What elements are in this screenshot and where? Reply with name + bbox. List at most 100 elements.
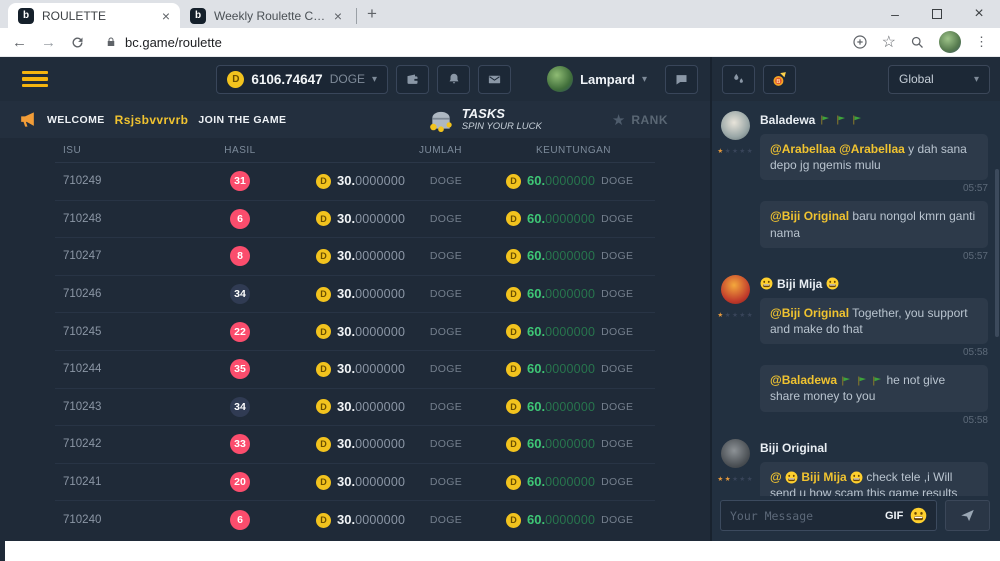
mention[interactable]: @Biji Original bbox=[770, 209, 849, 223]
result-badge: 6 bbox=[230, 209, 250, 229]
mention[interactable]: @Baladewa bbox=[770, 373, 837, 387]
treasure-chest-icon bbox=[428, 107, 454, 133]
chat-sidebar: Global ▾ ★★★★★ Baladewa bbox=[710, 57, 1000, 541]
rank-label: RANK bbox=[631, 113, 668, 127]
browser-window: b ROULETTE × b Weekly Roulette Challenge… bbox=[0, 0, 1000, 561]
forward-button[interactable]: → bbox=[41, 34, 56, 51]
maximize-button[interactable] bbox=[916, 0, 958, 28]
doge-coin-icon: D bbox=[316, 475, 331, 490]
green-flag-icon bbox=[835, 114, 847, 126]
lock-icon bbox=[105, 36, 117, 48]
mention[interactable]: @ Biji Mija bbox=[770, 470, 863, 484]
minimize-button[interactable]: – bbox=[874, 0, 916, 28]
welcome-username: Rsjsbvvrvrb bbox=[115, 113, 189, 127]
chat-bubble: @Baladewa he not give share money to you bbox=[760, 365, 988, 411]
menu-hamburger-icon[interactable] bbox=[22, 71, 48, 87]
wallet-button[interactable] bbox=[396, 65, 429, 94]
chat-messages[interactable]: ★★★★★ Baladewa @Arabellaa @Arabellaa y d… bbox=[712, 101, 1000, 496]
grin-emoji-icon bbox=[850, 471, 863, 484]
avatar[interactable] bbox=[721, 111, 750, 140]
doge-coin-icon: D bbox=[316, 249, 331, 264]
page-content: D 6106.74647 DOGE ▾ Lampard ▾ bbox=[0, 57, 1000, 541]
rain-button[interactable] bbox=[722, 65, 755, 94]
green-flag-icon bbox=[856, 375, 868, 387]
currency-label: DOGE bbox=[430, 288, 462, 300]
address-bar[interactable]: bc.game/roulette bbox=[105, 35, 838, 50]
doge-coin-icon: D bbox=[316, 324, 331, 339]
tab-close-icon[interactable]: × bbox=[334, 8, 342, 24]
tab-weekly-challenge[interactable]: b Weekly Roulette Challenge - Wi × bbox=[180, 3, 352, 28]
browser-toolbar: ← → bc.game/roulette ☆ ⋮ bbox=[0, 28, 1000, 57]
tasks-link[interactable]: TASKS SPIN YOUR LUCK bbox=[428, 107, 542, 133]
table-header: ISU HASIL JUMLAH KEUNTUNGAN bbox=[55, 138, 655, 163]
fireball-coin-icon bbox=[771, 71, 788, 88]
currency-label: DOGE bbox=[430, 175, 462, 187]
mention[interactable]: @Biji Original bbox=[770, 306, 849, 320]
table-row[interactable]: 710243 34 D30.0000000DOGE D60.0000000DOG… bbox=[55, 389, 655, 427]
chat-username[interactable]: Baladewa bbox=[760, 113, 815, 127]
rank-link[interactable]: ★ RANK bbox=[612, 111, 668, 129]
chat-input-box[interactable]: GIF bbox=[720, 500, 937, 531]
result-badge: 35 bbox=[230, 359, 250, 379]
round-id: 710244 bbox=[55, 363, 180, 375]
browser-menu-icon[interactable]: ⋮ bbox=[975, 34, 988, 50]
user-rating-stars: ★★★★★ bbox=[717, 147, 752, 155]
currency-label: DOGE bbox=[430, 401, 462, 413]
send-message-button[interactable] bbox=[945, 500, 990, 531]
chat-input-row: GIF bbox=[720, 500, 990, 531]
table-row[interactable]: 710247 8 D30.0000000DOGE D60.0000000DOGE bbox=[55, 238, 655, 276]
doge-coin-icon: D bbox=[506, 249, 521, 264]
balance-selector[interactable]: D 6106.74647 DOGE ▾ bbox=[216, 65, 388, 94]
new-tab-button[interactable]: + bbox=[361, 4, 387, 28]
currency-label: DOGE bbox=[601, 476, 633, 488]
chat-username[interactable]: Biji Mija bbox=[777, 277, 822, 291]
bookmark-star-icon[interactable]: ☆ bbox=[882, 32, 896, 52]
green-flag-icon bbox=[851, 114, 863, 126]
chat-username[interactable]: Biji Original bbox=[760, 441, 827, 455]
messages-button[interactable] bbox=[478, 65, 511, 94]
circled-plus-icon[interactable] bbox=[852, 34, 868, 50]
send-plane-icon bbox=[960, 508, 975, 523]
bcgame-favicon-icon: b bbox=[18, 8, 34, 24]
doge-coin-icon: D bbox=[506, 437, 521, 452]
chat-toggle-button[interactable] bbox=[665, 65, 698, 94]
back-button[interactable]: ← bbox=[12, 34, 27, 51]
table-row[interactable]: 710249 31 D30.0000000DOGE D60.0000000DOG… bbox=[55, 163, 655, 201]
tab-close-icon[interactable]: × bbox=[162, 8, 170, 24]
gif-button[interactable]: GIF bbox=[885, 510, 903, 522]
currency-label: DOGE bbox=[430, 363, 462, 375]
chat-scrollbar[interactable] bbox=[995, 169, 999, 337]
table-row[interactable]: 710241 20 D30.0000000DOGE D60.0000000DOG… bbox=[55, 464, 655, 502]
avatar[interactable] bbox=[721, 275, 750, 304]
table-row[interactable]: 710248 6 D30.0000000DOGE D60.0000000DOGE bbox=[55, 201, 655, 239]
results-table: ISU HASIL JUMLAH KEUNTUNGAN 710249 31 D3… bbox=[55, 138, 655, 541]
currency-label: DOGE bbox=[601, 401, 633, 413]
doge-coin-icon: D bbox=[316, 513, 331, 528]
table-row[interactable]: 710242 33 D30.0000000DOGE D60.0000000DOG… bbox=[55, 426, 655, 464]
table-row[interactable]: 710245 22 D30.0000000DOGE D60.0000000DOG… bbox=[55, 313, 655, 351]
mention[interactable]: @Arabellaa @Arabellaa bbox=[770, 142, 905, 156]
notifications-button[interactable] bbox=[437, 65, 470, 94]
user-rating-stars: ★★★★★ bbox=[717, 475, 752, 483]
browser-profile-avatar[interactable] bbox=[939, 31, 961, 53]
table-row[interactable]: 710246 34 D30.0000000DOGE D60.0000000DOG… bbox=[55, 276, 655, 314]
close-button[interactable]: × bbox=[958, 0, 1000, 28]
search-icon[interactable] bbox=[910, 35, 925, 50]
result-badge: 31 bbox=[230, 171, 250, 191]
chat-channel-select[interactable]: Global ▾ bbox=[888, 65, 990, 94]
user-menu[interactable]: Lampard ▾ bbox=[547, 66, 647, 92]
table-row[interactable]: 710240 6 D30.0000000DOGE D60.0000000DOGE bbox=[55, 501, 655, 539]
avatar[interactable] bbox=[721, 439, 750, 468]
chat-message-input[interactable] bbox=[730, 509, 878, 523]
reload-button[interactable] bbox=[70, 35, 85, 50]
welcome-suffix: JOIN THE GAME bbox=[198, 114, 286, 126]
doge-coin-icon: D bbox=[227, 71, 244, 88]
chat-bubble-icon bbox=[674, 72, 689, 87]
url-text[interactable]: bc.game/roulette bbox=[125, 35, 222, 50]
table-row[interactable]: 710244 35 D30.0000000DOGE D60.0000000DOG… bbox=[55, 351, 655, 389]
emoji-picker-icon[interactable] bbox=[910, 507, 927, 524]
currency-label: DOGE bbox=[601, 438, 633, 450]
tab-roulette[interactable]: b ROULETTE × bbox=[8, 3, 180, 28]
user-name: Lampard bbox=[580, 72, 635, 87]
coin-drop-button[interactable] bbox=[763, 65, 796, 94]
